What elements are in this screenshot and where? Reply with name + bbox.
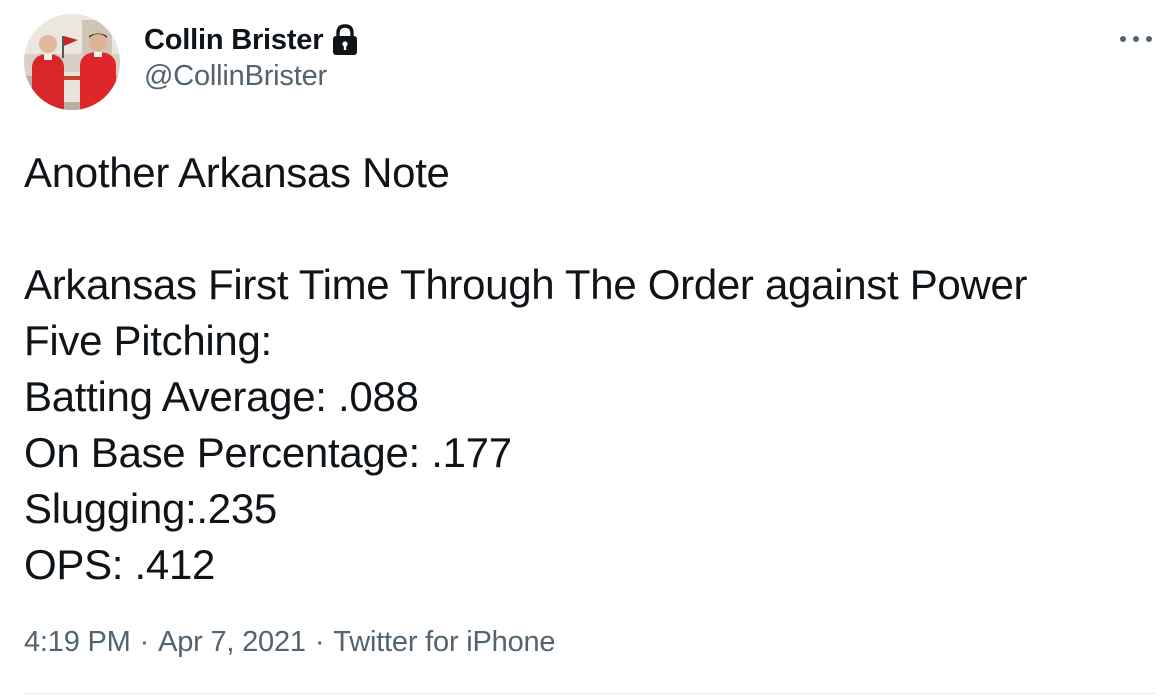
author-display-name[interactable]: Collin Brister	[144, 24, 323, 57]
meta-separator: ·	[139, 625, 150, 658]
more-options-button[interactable]	[1116, 22, 1156, 56]
tweet-line: Batting Average: .088	[24, 373, 419, 420]
tweet-line: Five Pitching:	[24, 317, 272, 364]
avatar[interactable]	[24, 14, 120, 110]
lock-icon	[329, 23, 361, 57]
author-handle[interactable]: @CollinBrister	[144, 60, 327, 93]
meta-separator: ·	[314, 625, 325, 658]
tweet-line: On Base Percentage: .177	[24, 429, 512, 476]
author-name-row: Collin Brister	[144, 20, 361, 60]
avatar-photo	[24, 14, 120, 110]
tweet-time[interactable]: 4:19 PM	[24, 626, 131, 659]
tweet: Collin Brister @CollinBrister Another Ar…	[0, 0, 1176, 700]
tweet-line: Slugging:.235	[24, 485, 277, 532]
more-horizontal-icon	[1120, 36, 1152, 42]
tweet-text: Another Arkansas Note Arkansas First Tim…	[24, 145, 1144, 593]
tweet-line: Another Arkansas Note	[24, 149, 450, 196]
divider	[24, 693, 1156, 694]
tweet-line: OPS: .412	[24, 541, 216, 588]
tweet-date[interactable]: Apr 7, 2021	[158, 626, 306, 659]
tweet-source[interactable]: Twitter for iPhone	[333, 626, 555, 659]
tweet-line: Arkansas First Time Through The Order ag…	[24, 261, 1028, 308]
tweet-line	[24, 201, 1144, 257]
tweet-meta: 4:19 PM · Apr 7, 2021 · Twitter for iPho…	[24, 622, 556, 662]
